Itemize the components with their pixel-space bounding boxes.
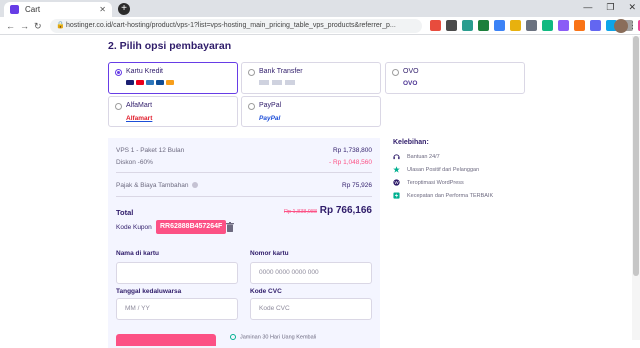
item-price: Rp 1,738,800 <box>332 147 372 154</box>
payment-option-kartu-kredit[interactable]: Kartu Kredit <box>108 62 238 94</box>
benefit-item: Bantuan 24/7 <box>393 153 440 160</box>
profile-avatar[interactable] <box>614 19 628 33</box>
card-logos-icon <box>126 80 174 85</box>
url-text: hostinger.co.id/cart-hosting/product/vps… <box>66 22 396 29</box>
info-icon[interactable] <box>192 182 199 189</box>
benefit-text: Teroptimasi WordPress <box>407 179 464 186</box>
radio-unselected[interactable] <box>248 103 255 110</box>
tab-title: Cart <box>25 5 41 14</box>
total-label: Total <box>116 208 134 217</box>
scrollbar-thumb[interactable] <box>633 36 639 276</box>
section-title: 2. Pilih opsi pembayaran <box>108 40 232 52</box>
tab-close-icon[interactable]: ✕ <box>99 5 106 14</box>
extension-icon[interactable] <box>526 20 537 31</box>
money-back-guarantee: Jaminan 30 Hari Uang Kembali <box>230 334 316 340</box>
extension-icon[interactable] <box>430 20 441 31</box>
discount-value: - Rp 1,048,560 <box>328 159 372 166</box>
browser-tab-bar: Cart ✕ + — ❐ ✕ <box>0 0 640 17</box>
back-icon[interactable]: ← <box>6 21 15 31</box>
cvc-label: Kode CVC <box>250 288 282 295</box>
bank-logos-icon <box>259 80 295 85</box>
refresh-icon <box>230 334 236 340</box>
benefit-item: W Teroptimasi WordPress <box>393 179 464 186</box>
payment-label: PayPal <box>259 102 282 109</box>
card-name-label: Nama di kartu <box>116 250 159 257</box>
total-price: Rp 766,166 <box>319 205 372 216</box>
radio-unselected[interactable] <box>392 69 399 76</box>
payment-option-paypal[interactable]: PayPal PayPal <box>241 96 381 127</box>
payment-option-ovo[interactable]: OVO OVO <box>385 62 525 94</box>
radio-unselected[interactable] <box>248 69 255 76</box>
headset-icon <box>393 154 400 160</box>
extension-icon[interactable] <box>510 20 521 31</box>
tax-row: Pajak & Biaya Tambahan <box>116 182 199 189</box>
minimize-icon[interactable]: — <box>583 2 592 13</box>
card-number-input[interactable]: 0000 0000 0000 000 <box>250 262 372 284</box>
submit-payment-button[interactable] <box>116 334 216 346</box>
expiry-input[interactable]: MM / YY <box>116 298 238 320</box>
wordpress-icon: W <box>393 179 400 186</box>
extension-icon[interactable] <box>542 20 553 31</box>
extensions-area <box>430 20 640 31</box>
benefit-item: Ulasan Positif dari Pelanggan <box>393 166 479 173</box>
cvc-input[interactable]: Kode CVC <box>250 298 372 320</box>
item-label: VPS 1 - Paket 12 Bulan <box>116 147 185 154</box>
tax-value: Rp 75,926 <box>342 182 372 189</box>
radio-unselected[interactable] <box>115 103 122 110</box>
coupon-code-badge: RR62888B457264F <box>156 220 227 234</box>
benefit-text: Bantuan 24/7 <box>407 153 440 160</box>
benefits-title: Kelebihan: <box>393 139 429 146</box>
payment-option-bank-transfer[interactable]: Bank Transfer <box>241 62 381 94</box>
extension-icon[interactable] <box>478 20 489 31</box>
forward-icon[interactable]: → <box>20 21 29 31</box>
maximize-icon[interactable]: ❐ <box>606 2 614 13</box>
order-summary: VPS 1 - Paket 12 Bulan Rp 1,738,800 Disk… <box>108 138 380 348</box>
address-bar: ← → ↻ 🔒 hostinger.co.id/cart-hosting/pro… <box>0 17 640 35</box>
lock-icon: 🔒 <box>56 22 65 29</box>
payment-option-alfamart[interactable]: AlfaMart Alfamart <box>108 96 238 127</box>
expiry-label: Tanggal kedaluwarsa <box>116 288 182 295</box>
payment-label: Bank Transfer <box>259 68 303 75</box>
window-controls: — ❐ ✕ <box>583 2 636 13</box>
discount-label: Diskon -60% <box>116 159 153 166</box>
extension-icon[interactable] <box>462 20 473 31</box>
benefit-text: Ulasan Positif dari Pelanggan <box>407 166 480 173</box>
payment-label: OVO <box>403 68 419 75</box>
benefit-text: Kecepatan dan Performa TERBAIK <box>407 192 494 199</box>
radio-selected[interactable] <box>115 69 122 76</box>
browser-menu-icon[interactable]: ⋮ <box>628 20 637 31</box>
hostinger-favicon-icon <box>10 5 19 14</box>
alfamart-logo: Alfamart <box>126 115 153 122</box>
benefit-item: Kecepatan dan Performa TERBAIK <box>393 192 493 199</box>
extension-icon[interactable] <box>446 20 457 31</box>
new-tab-button[interactable]: + <box>118 3 130 15</box>
window-close-icon[interactable]: ✕ <box>628 2 636 13</box>
reload-icon[interactable]: ↻ <box>34 21 42 32</box>
extension-icon[interactable] <box>558 20 569 31</box>
trash-icon[interactable] <box>226 222 234 232</box>
extension-icon[interactable] <box>574 20 585 31</box>
star-icon <box>393 166 400 173</box>
total-old-price: Rp 1,838,988 <box>284 209 318 215</box>
paypal-logo: PayPal <box>259 115 281 122</box>
browser-tab[interactable]: Cart ✕ <box>4 2 112 17</box>
coupon-label: Kode Kupon <box>116 224 152 231</box>
divider <box>116 172 372 173</box>
card-number-label: Nomor kartu <box>250 250 289 257</box>
speed-icon <box>393 192 400 199</box>
payment-label: AlfaMart <box>126 102 153 109</box>
payment-label: Kartu Kredit <box>126 68 163 75</box>
extension-icon[interactable] <box>494 20 505 31</box>
extension-icon[interactable] <box>590 20 601 31</box>
divider <box>116 196 372 197</box>
card-name-input[interactable] <box>116 262 238 284</box>
tax-label: Pajak & Biaya Tambahan <box>116 182 189 189</box>
ovo-logo: OVO <box>403 80 418 87</box>
url-input[interactable]: 🔒 hostinger.co.id/cart-hosting/product/v… <box>50 19 422 33</box>
